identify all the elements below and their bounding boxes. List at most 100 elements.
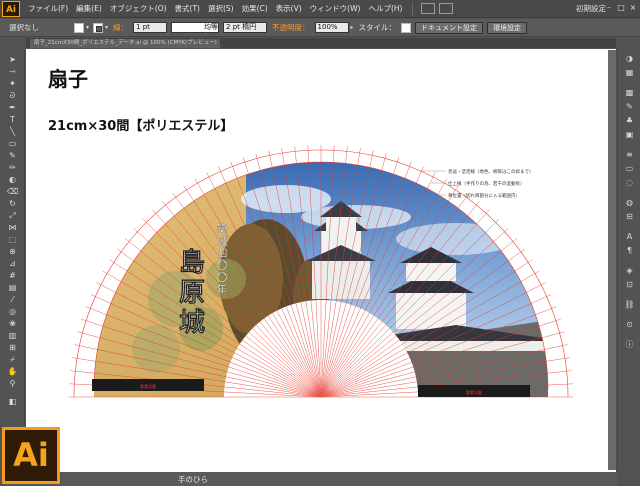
artboard-tool-icon[interactable]: ⊞: [7, 344, 18, 352]
stroke-label[interactable]: 線：: [110, 22, 131, 33]
appearance-panel-icon[interactable]: ◍: [624, 198, 635, 207]
magic-wand-tool-icon[interactable]: ✦: [7, 80, 18, 88]
fan-artwork: 要素記載 要素記載 島 原 城 築 城 四 〇 〇 年 見返・塗足線（地色、柄等…: [69, 145, 573, 398]
workspace-switcher[interactable]: 初期設定: [576, 3, 606, 14]
menu-effect[interactable]: 効果(C): [238, 3, 272, 14]
gradient-tool-icon[interactable]: ▤: [7, 284, 18, 292]
pen-tool-icon[interactable]: ✒: [7, 104, 18, 112]
width-tool-icon[interactable]: ⋈: [7, 224, 18, 232]
menu-select[interactable]: 選択(S): [204, 3, 238, 14]
graphic-style-swatch[interactable]: [401, 22, 412, 33]
color-guide-panel-icon[interactable]: ▦: [624, 68, 635, 77]
left-footer-label: 要素記載: [140, 383, 156, 389]
symbols-panel-icon[interactable]: ♣: [624, 116, 635, 125]
menu-window[interactable]: ウィンドウ(W): [306, 3, 365, 14]
brush-dropdown[interactable]: 2 pt 楕円: [223, 22, 268, 33]
shape-builder-tool-icon[interactable]: ⊕: [7, 248, 18, 256]
selection-tool-icon[interactable]: ➤: [7, 56, 18, 64]
rectangle-tool-icon[interactable]: ▭: [7, 140, 18, 148]
slice-tool-icon[interactable]: ⌿: [7, 356, 18, 364]
rotate-tool-icon[interactable]: ↻: [7, 200, 18, 208]
menu-file[interactable]: ファイル(F): [24, 3, 72, 14]
fill-swatch[interactable]: [74, 22, 84, 33]
eraser-tool-icon[interactable]: ⌫: [7, 188, 18, 196]
selection-status: 選択なし: [9, 23, 39, 32]
stroke-panel-icon[interactable]: ≡: [624, 150, 635, 159]
lasso-tool-icon[interactable]: ᘐ: [7, 92, 18, 100]
color-panel-icon[interactable]: ◑: [624, 54, 635, 63]
castle-name-char-2: 原: [179, 278, 205, 308]
control-bar: 選択なし ▾ ▾ 線： 1 pt 均等 2 pt 楕円 不透明度： 100% ▸…: [0, 19, 640, 37]
maximize-icon[interactable]: □: [616, 3, 626, 13]
app-badge-logo: Ai: [2, 427, 60, 484]
blob-brush-tool-icon[interactable]: ◐: [7, 176, 18, 184]
paragraph-panel-icon[interactable]: ¶: [624, 246, 635, 255]
gradient-panel-icon[interactable]: ▭: [624, 164, 635, 173]
pencil-tool-icon[interactable]: ✏: [7, 164, 18, 172]
anniv-char-6: 年: [217, 282, 228, 296]
graphic-styles-panel-icon[interactable]: ▣: [624, 130, 635, 139]
align-panel-icon[interactable]: ⊟: [624, 212, 635, 221]
tools-panel: ➤ ⇾ ✦ ᘐ ✒ T ╲ ▭ ✎ ✏ ◐ ⌫ ↻ ⤢ ⋈ ⬚ ⊕ ⊿ # ▤ …: [0, 50, 25, 426]
scale-tool-icon[interactable]: ⤢: [7, 212, 18, 220]
perspective-grid-tool-icon[interactable]: ⊿: [7, 260, 18, 268]
legend-item-finish: 仕上線（手作りの為、若干の変動有）: [448, 180, 525, 187]
status-bar: 手のひら: [62, 472, 617, 486]
castle-name-char-1: 島: [179, 248, 205, 278]
document-setup-button[interactable]: ドキュメント設定: [415, 21, 484, 34]
current-tool-status: 手のひら: [178, 474, 208, 484]
brushes-panel-icon[interactable]: ✎: [624, 102, 635, 111]
mesh-tool-icon[interactable]: #: [7, 272, 18, 280]
fill-stroke-icon[interactable]: ◧: [7, 398, 18, 406]
opacity-dropdown-icon[interactable]: ▸: [351, 24, 354, 31]
stroke-dropdown-icon[interactable]: ▾: [105, 24, 108, 31]
paintbrush-tool-icon[interactable]: ✎: [7, 152, 18, 160]
menu-bar: Ai ファイル(F) 編集(E) オブジェクト(O) 書式(T) 選択(S) 効…: [0, 0, 640, 18]
minimize-icon[interactable]: –: [604, 3, 614, 13]
stroke-swatch[interactable]: [93, 22, 104, 33]
castle-name-char-3: 城: [179, 308, 205, 338]
close-icon[interactable]: ×: [628, 3, 638, 13]
links-panel-icon[interactable]: ⛓: [624, 300, 635, 309]
document-tab-bar: 扇子_21cmX30間_ポリエステル_データ.ai @ 100% (CMYK/プ…: [26, 38, 616, 48]
menu-help[interactable]: ヘルプ(H): [364, 3, 406, 14]
opacity-field[interactable]: 100%: [314, 22, 349, 33]
vertical-scrollbar[interactable]: [608, 50, 616, 470]
preferences-button[interactable]: 環境設定: [487, 21, 528, 34]
transparency-panel-icon[interactable]: ◌: [624, 178, 635, 187]
column-graph-tool-icon[interactable]: ▥: [7, 332, 18, 340]
layers-panel-icon[interactable]: ◈: [624, 266, 635, 275]
bridge-icon[interactable]: [421, 3, 436, 14]
menu-view[interactable]: 表示(V): [272, 3, 306, 14]
hand-tool-icon[interactable]: ✋: [7, 368, 18, 376]
stroke-weight-field[interactable]: 1 pt: [133, 22, 168, 33]
menu-object[interactable]: オブジェクト(O): [106, 3, 171, 14]
swatches-panel-icon[interactable]: ▩: [624, 88, 635, 97]
free-transform-tool-icon[interactable]: ⬚: [7, 236, 18, 244]
info-panel-icon[interactable]: ⓘ: [624, 340, 635, 349]
legend-item-ribs: 骨位置（切れ目部分に入る範囲内）: [448, 192, 520, 199]
stroke-profile-dropdown[interactable]: 均等: [171, 22, 220, 33]
fill-dropdown-icon[interactable]: ▾: [86, 24, 89, 31]
symbol-sprayer-tool-icon[interactable]: ❀: [7, 320, 18, 328]
direct-selection-tool-icon[interactable]: ⇾: [7, 68, 18, 76]
zoom-tool-icon[interactable]: ⚲: [7, 380, 18, 388]
right-footer-label: 要素記載: [466, 389, 482, 395]
legend-item-bleed: 見返・塗足線（地色、柄等はこの枠まで）: [448, 168, 534, 175]
app-logo: Ai: [2, 0, 20, 17]
menu-edit[interactable]: 編集(E): [72, 3, 106, 14]
type-tool-icon[interactable]: T: [7, 116, 18, 124]
navigator-panel-icon[interactable]: ⊙: [624, 320, 635, 329]
blend-tool-icon[interactable]: ◎: [7, 308, 18, 316]
artboards-panel-icon[interactable]: ⊡: [624, 280, 635, 289]
arrange-documents-icon[interactable]: [439, 3, 454, 14]
document-tab[interactable]: 扇子_21cmX30間_ポリエステル_データ.ai @ 100% (CMYK/プ…: [30, 39, 220, 48]
artboard-canvas[interactable]: 扇子 21cm×30間【ポリエステル】 要素記載 要素記載 島 原 城 築 城 …: [26, 49, 616, 472]
style-label: スタイル：: [358, 23, 397, 32]
character-panel-icon[interactable]: A: [624, 232, 635, 241]
eyedropper-tool-icon[interactable]: ⁄: [7, 296, 18, 304]
opacity-label[interactable]: 不透明度：: [269, 22, 313, 33]
menu-type[interactable]: 書式(T): [171, 3, 204, 14]
line-tool-icon[interactable]: ╲: [7, 128, 18, 136]
anniv-char-1: 築: [217, 222, 228, 236]
